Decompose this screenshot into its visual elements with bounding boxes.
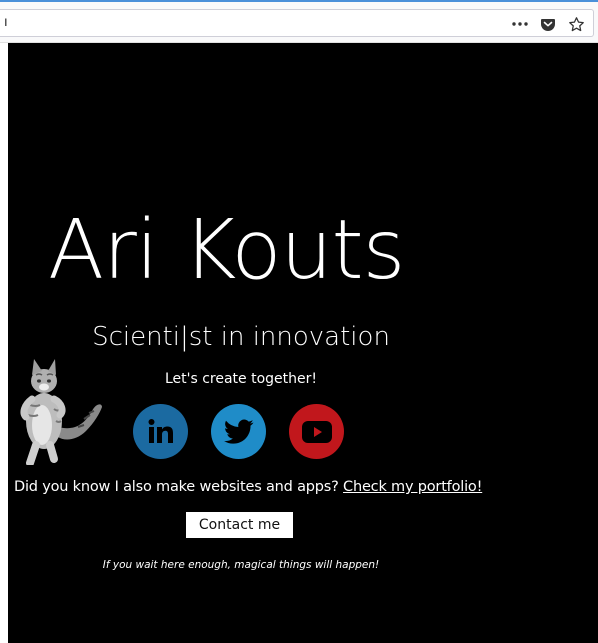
browser-toolbar: ı: [0, 0, 598, 43]
social-links: [133, 404, 344, 459]
twitter-button[interactable]: [211, 404, 266, 459]
magic-note: If you wait here enough, magical things …: [102, 559, 380, 571]
bookmark-star-icon[interactable]: [567, 15, 585, 33]
page-content: Ari Kouts Scienti|st in innovation Let's…: [8, 43, 598, 643]
twitter-icon: [223, 419, 253, 444]
more-icon[interactable]: [511, 15, 529, 33]
portfolio-sentence: Did you know I also make websites and ap…: [14, 479, 484, 495]
contact-button[interactable]: Contact me: [186, 512, 293, 538]
youtube-button[interactable]: [289, 404, 344, 459]
portfolio-text: Did you know I also make websites and ap…: [14, 479, 344, 495]
youtube-icon: [301, 420, 332, 443]
linkedin-icon: [148, 418, 173, 443]
browser-accent-line: [0, 0, 598, 2]
address-bar-text[interactable]: ı: [4, 15, 8, 30]
pocket-icon[interactable]: [539, 15, 557, 33]
hero-name: Ari Kouts: [48, 203, 405, 298]
address-bar[interactable]: ı: [0, 9, 594, 37]
linkedin-button[interactable]: [133, 404, 188, 459]
address-bar-actions: [511, 15, 585, 33]
page-left-margin: [0, 43, 8, 643]
dancing-cat-image: [14, 353, 106, 467]
portfolio-link[interactable]: Check my portfolio!: [343, 479, 482, 495]
hero-subtitle: Scienti|st in innovation: [92, 322, 390, 352]
